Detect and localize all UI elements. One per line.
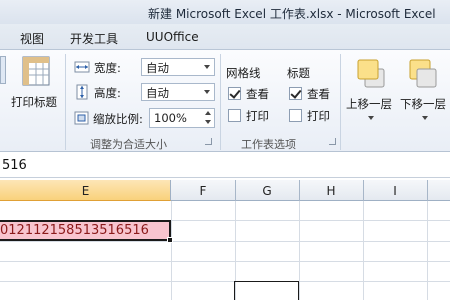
tab-view[interactable]: 视图 <box>20 30 44 47</box>
grid-line <box>0 281 450 282</box>
grid-line <box>0 261 450 262</box>
headings-print-label: 打印 <box>307 109 330 123</box>
width-dropdown[interactable]: 自动 <box>141 58 215 76</box>
gridlines-label: 网格线 <box>226 66 261 80</box>
print-titles-label: 打印标题 <box>11 95 57 109</box>
scale-icon <box>74 111 89 125</box>
window-title: 新建 Microsoft Excel 工作表.xlsx - Microsoft … <box>148 7 436 21</box>
gridlines-print-label: 打印 <box>246 109 269 123</box>
grid-line <box>299 201 300 300</box>
chevron-down-icon <box>368 116 374 120</box>
chevron-down-icon <box>422 116 428 120</box>
spin-down-icon[interactable] <box>205 120 211 124</box>
width-icon <box>74 61 90 73</box>
scale-spinner[interactable]: 100% <box>149 108 215 128</box>
column-header-h[interactable]: H <box>299 184 363 198</box>
send-backward-button[interactable]: 下移一层 <box>398 54 450 126</box>
active-cell-value: 012112158513516516 <box>0 223 149 238</box>
ribbon-tab-bar <box>0 24 450 50</box>
group-divider <box>340 54 341 150</box>
height-dropdown[interactable]: 自动 <box>141 83 215 101</box>
column-label-e: E <box>81 184 90 198</box>
group-divider <box>65 54 66 150</box>
grid-line <box>427 201 428 300</box>
gridlines-view-checkbox[interactable] <box>228 87 241 100</box>
height-label: 高度: <box>94 86 121 100</box>
column-header-g[interactable]: G <box>235 184 299 198</box>
dialog-launcher-icon[interactable] <box>205 138 212 145</box>
formula-bar[interactable] <box>0 152 450 178</box>
scale-label: 缩放比例: <box>93 112 143 126</box>
width-value: 自动 <box>146 61 169 75</box>
height-value: 自动 <box>146 86 169 100</box>
width-label: 宽度: <box>94 61 121 75</box>
group-divider <box>220 54 221 150</box>
column-header-f[interactable]: F <box>171 184 235 198</box>
worksheet-grid[interactable] <box>0 201 450 300</box>
print-titles-icon <box>22 56 50 86</box>
scale-group-label: 调整为合适大小 <box>90 138 167 151</box>
grid-line <box>171 201 172 300</box>
grid-line <box>0 241 450 242</box>
chevron-down-icon <box>204 65 210 69</box>
headings-view-label: 查看 <box>307 87 330 101</box>
partial-icon <box>0 56 6 84</box>
headings-print-checkbox[interactable] <box>289 109 302 122</box>
chevron-down-icon <box>204 90 210 94</box>
headings-view-checkbox[interactable] <box>289 87 302 100</box>
print-titles-button[interactable]: 打印标题 <box>8 54 66 114</box>
column-separator <box>427 180 428 201</box>
grid-line <box>363 201 364 300</box>
sheet-options-group-label: 工作表选项 <box>241 138 296 151</box>
bordered-cell[interactable] <box>234 281 299 300</box>
formula-bar-value: 516 <box>2 158 27 173</box>
send-backward-icon <box>409 59 437 88</box>
spin-up-icon[interactable] <box>205 111 211 115</box>
height-icon <box>76 84 88 100</box>
headings-label: 标题 <box>287 66 310 80</box>
fill-handle[interactable] <box>167 237 173 243</box>
gridlines-print-checkbox[interactable] <box>228 109 241 122</box>
send-backward-label: 下移一层 <box>400 97 446 111</box>
dialog-launcher-icon[interactable] <box>329 138 336 145</box>
tab-developer[interactable]: 开发工具 <box>70 30 118 47</box>
column-header-i[interactable]: I <box>363 184 427 198</box>
bring-forward-icon <box>357 59 385 88</box>
gridlines-view-label: 查看 <box>246 87 269 101</box>
bring-forward-label: 上移一层 <box>346 97 392 111</box>
scale-value: 100% <box>154 111 187 125</box>
bring-forward-button[interactable]: 上移一层 <box>344 54 396 126</box>
tab-uuoffice[interactable]: UUOffice <box>146 30 199 44</box>
